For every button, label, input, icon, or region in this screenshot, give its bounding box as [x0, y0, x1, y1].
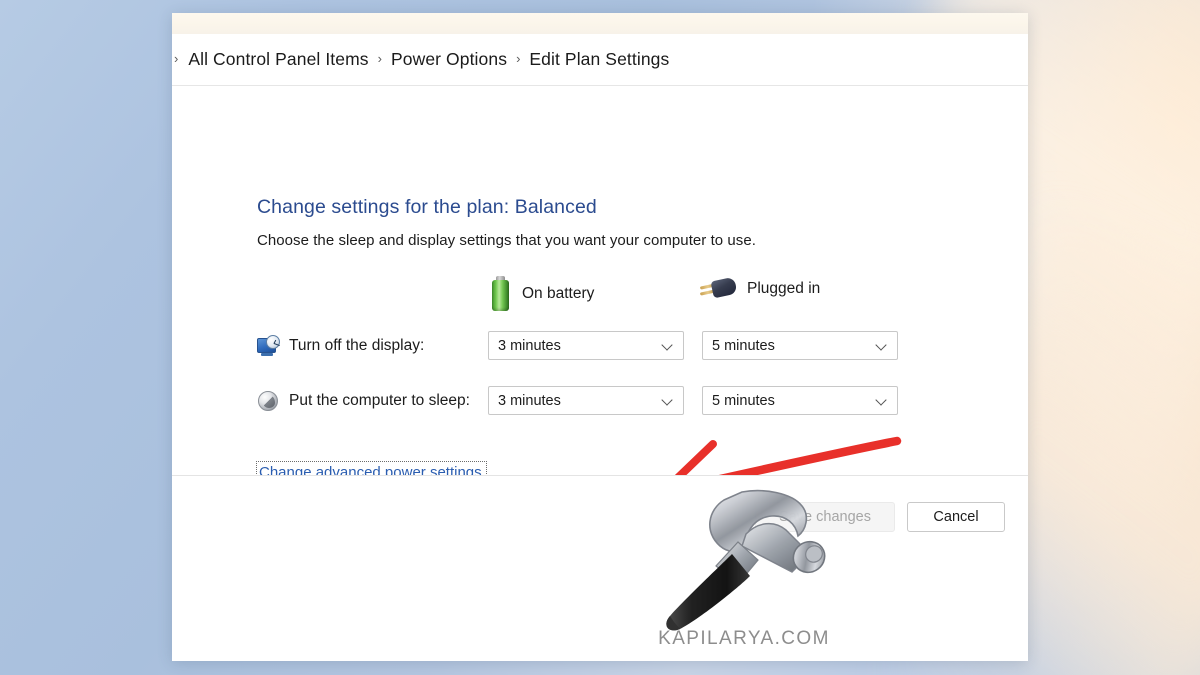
breadcrumb[interactable]: › All Control Panel Items › Power Option…	[172, 34, 1028, 86]
save-changes-button[interactable]: Save changes	[755, 502, 895, 532]
dropdown-display-on-battery[interactable]: 3 minutes	[488, 331, 684, 360]
breadcrumb-item-all-control-panel-items[interactable]: All Control Panel Items	[188, 49, 368, 70]
dropdown-value: 3 minutes	[498, 337, 561, 354]
column-header-on-battery: On battery	[490, 276, 594, 312]
battery-icon	[490, 276, 511, 312]
dropdown-value: 5 minutes	[712, 392, 775, 409]
chevron-down-icon	[662, 395, 673, 406]
chevron-right-icon: ›	[377, 51, 382, 66]
column-label-on-battery: On battery	[522, 285, 595, 302]
watermark-text: KAPILARYA.COM	[658, 628, 830, 649]
page-subtitle: Choose the sleep and display settings th…	[257, 232, 756, 249]
dropdown-value: 5 minutes	[712, 337, 775, 354]
setting-label-turn-off-display: Turn off the display:	[289, 337, 425, 354]
setting-row-turn-off-display: Turn off the display:	[257, 331, 424, 361]
sleep-moon-icon	[257, 390, 280, 413]
main-content: Change settings for the plan: Balanced C…	[172, 86, 1028, 519]
column-header-plugged-in: Plugged in	[699, 276, 821, 302]
dropdown-display-plugged-in[interactable]: 5 minutes	[702, 331, 898, 360]
column-label-plugged-in: Plugged in	[747, 280, 821, 297]
dropdown-sleep-plugged-in[interactable]: 5 minutes	[702, 386, 898, 415]
chevron-right-icon: ›	[174, 51, 179, 66]
dropdown-sleep-on-battery[interactable]: 3 minutes	[488, 386, 684, 415]
page-title: Change settings for the plan: Balanced	[257, 196, 597, 218]
chevron-down-icon	[876, 340, 887, 351]
window-titlebar	[172, 13, 1028, 34]
chevron-right-icon: ›	[516, 51, 521, 66]
window-footer: Save changes Cancel KAPILARYA.COM	[172, 475, 1028, 661]
chevron-down-icon	[876, 395, 887, 406]
monitor-clock-icon	[257, 334, 280, 358]
cancel-button[interactable]: Cancel	[907, 502, 1005, 532]
setting-row-put-computer-to-sleep: Put the computer to sleep:	[257, 386, 470, 416]
control-panel-window: › All Control Panel Items › Power Option…	[172, 13, 1028, 661]
breadcrumb-item-power-options[interactable]: Power Options	[391, 49, 507, 70]
dropdown-value: 3 minutes	[498, 392, 561, 409]
power-plug-icon	[699, 276, 738, 302]
setting-label-put-computer-to-sleep: Put the computer to sleep:	[289, 392, 470, 409]
chevron-down-icon	[662, 340, 673, 351]
breadcrumb-item-edit-plan-settings[interactable]: Edit Plan Settings	[529, 49, 669, 70]
